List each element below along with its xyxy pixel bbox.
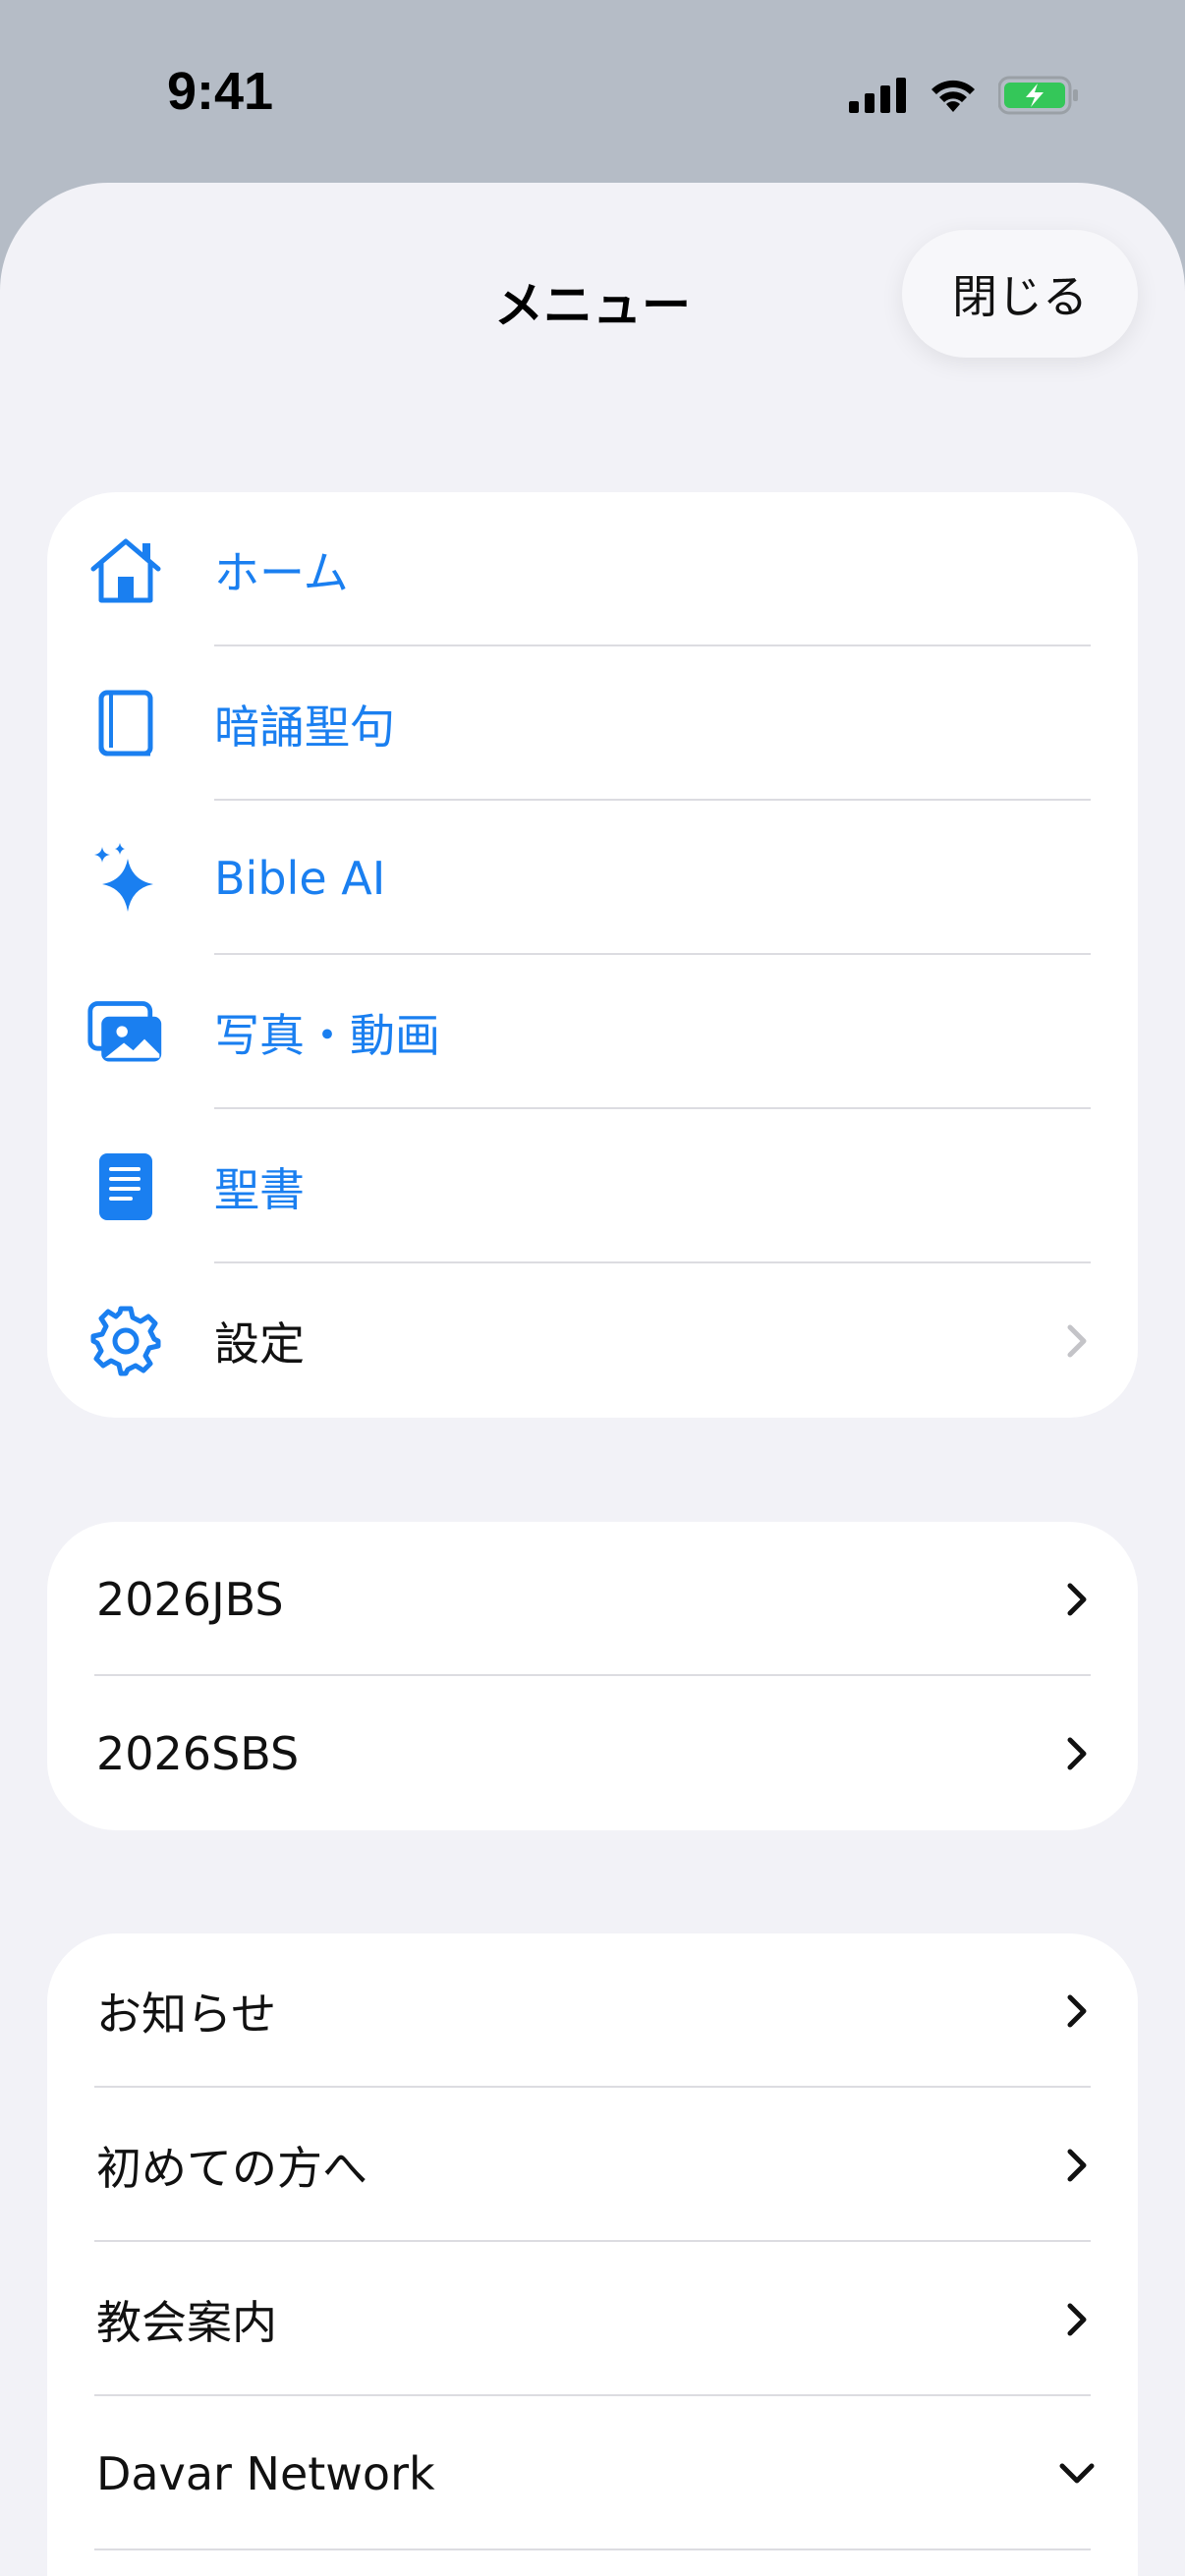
status-time: 9:41 — [167, 62, 274, 121]
list-item-label: 初めての方へ — [96, 2141, 367, 2195]
list-item-2026jbs[interactable]: 2026JBS — [47, 1522, 1138, 1676]
menu-item-bible[interactable]: 聖書 — [47, 1109, 1138, 1263]
chevron-right-icon — [1057, 2146, 1097, 2185]
main-menu-group: ホーム 暗誦聖句 Bible AI 写真・動画 聖書 設定 — [47, 492, 1138, 1418]
menu-item-label: 写真・動画 — [214, 1008, 440, 1062]
menu-item-label: ホーム — [214, 545, 349, 599]
menu-item-label: 暗誦聖句 — [214, 700, 395, 754]
menu-item-photos-videos[interactable]: 写真・動画 — [47, 955, 1138, 1109]
list-item-davar-network[interactable]: Davar Network — [47, 2396, 1138, 2550]
list-item-label: 教会案内 — [96, 2295, 277, 2349]
menu-item-label: Bible AI — [214, 851, 386, 905]
menu-item-memory-verses[interactable]: 暗誦聖句 — [47, 646, 1138, 801]
list-item-label: Davar Network — [96, 2446, 435, 2500]
list-item-newcomers[interactable]: 初めての方へ — [47, 2088, 1138, 2242]
menu-item-label: 聖書 — [214, 1162, 305, 1216]
cellular-signal-icon — [849, 78, 906, 113]
chevron-right-icon — [1057, 1734, 1097, 1773]
close-button[interactable]: 閉じる — [902, 230, 1138, 358]
battery-charging-icon — [998, 76, 1078, 115]
divider — [94, 2548, 1091, 2550]
list-item-label: お知らせ — [96, 1987, 277, 2041]
chevron-right-icon — [1057, 1321, 1097, 1361]
menu-item-bible-ai[interactable]: Bible AI — [47, 801, 1138, 955]
list-item-2026sbs[interactable]: 2026SBS — [47, 1676, 1138, 1830]
status-bar: 9:41 — [0, 0, 1185, 187]
list-item-label: 2026JBS — [96, 1572, 284, 1626]
photos-icon — [86, 993, 165, 1072]
status-icons — [849, 71, 1079, 120]
book-icon — [86, 685, 165, 763]
menu-item-settings[interactable]: 設定 — [47, 1263, 1138, 1418]
wifi-icon — [931, 80, 975, 112]
menu-item-label: 設定 — [214, 1316, 305, 1371]
menu-item-home[interactable]: ホーム — [47, 492, 1138, 646]
gear-icon — [86, 1302, 165, 1380]
info-group: お知らせ 初めての方へ 教会案内 Davar Network — [47, 1933, 1138, 2576]
events-group: 2026JBS 2026SBS — [47, 1522, 1138, 1830]
chevron-right-icon — [1057, 2300, 1097, 2339]
list-item-label: 2026SBS — [96, 1726, 300, 1780]
menu-sheet: メニュー 閉じる ホーム 暗誦聖句 Bible AI 写真・動画 聖書 設定 2… — [0, 183, 1185, 2576]
chevron-right-icon — [1057, 1991, 1097, 2031]
chevron-down-icon — [1057, 2454, 1097, 2493]
chevron-right-icon — [1057, 1580, 1097, 1619]
home-icon — [86, 531, 165, 609]
sparkles-icon — [86, 839, 165, 918]
bible-icon — [86, 1148, 165, 1226]
list-item-church-info[interactable]: 教会案内 — [47, 2242, 1138, 2396]
list-item-news[interactable]: お知らせ — [47, 1933, 1138, 2088]
